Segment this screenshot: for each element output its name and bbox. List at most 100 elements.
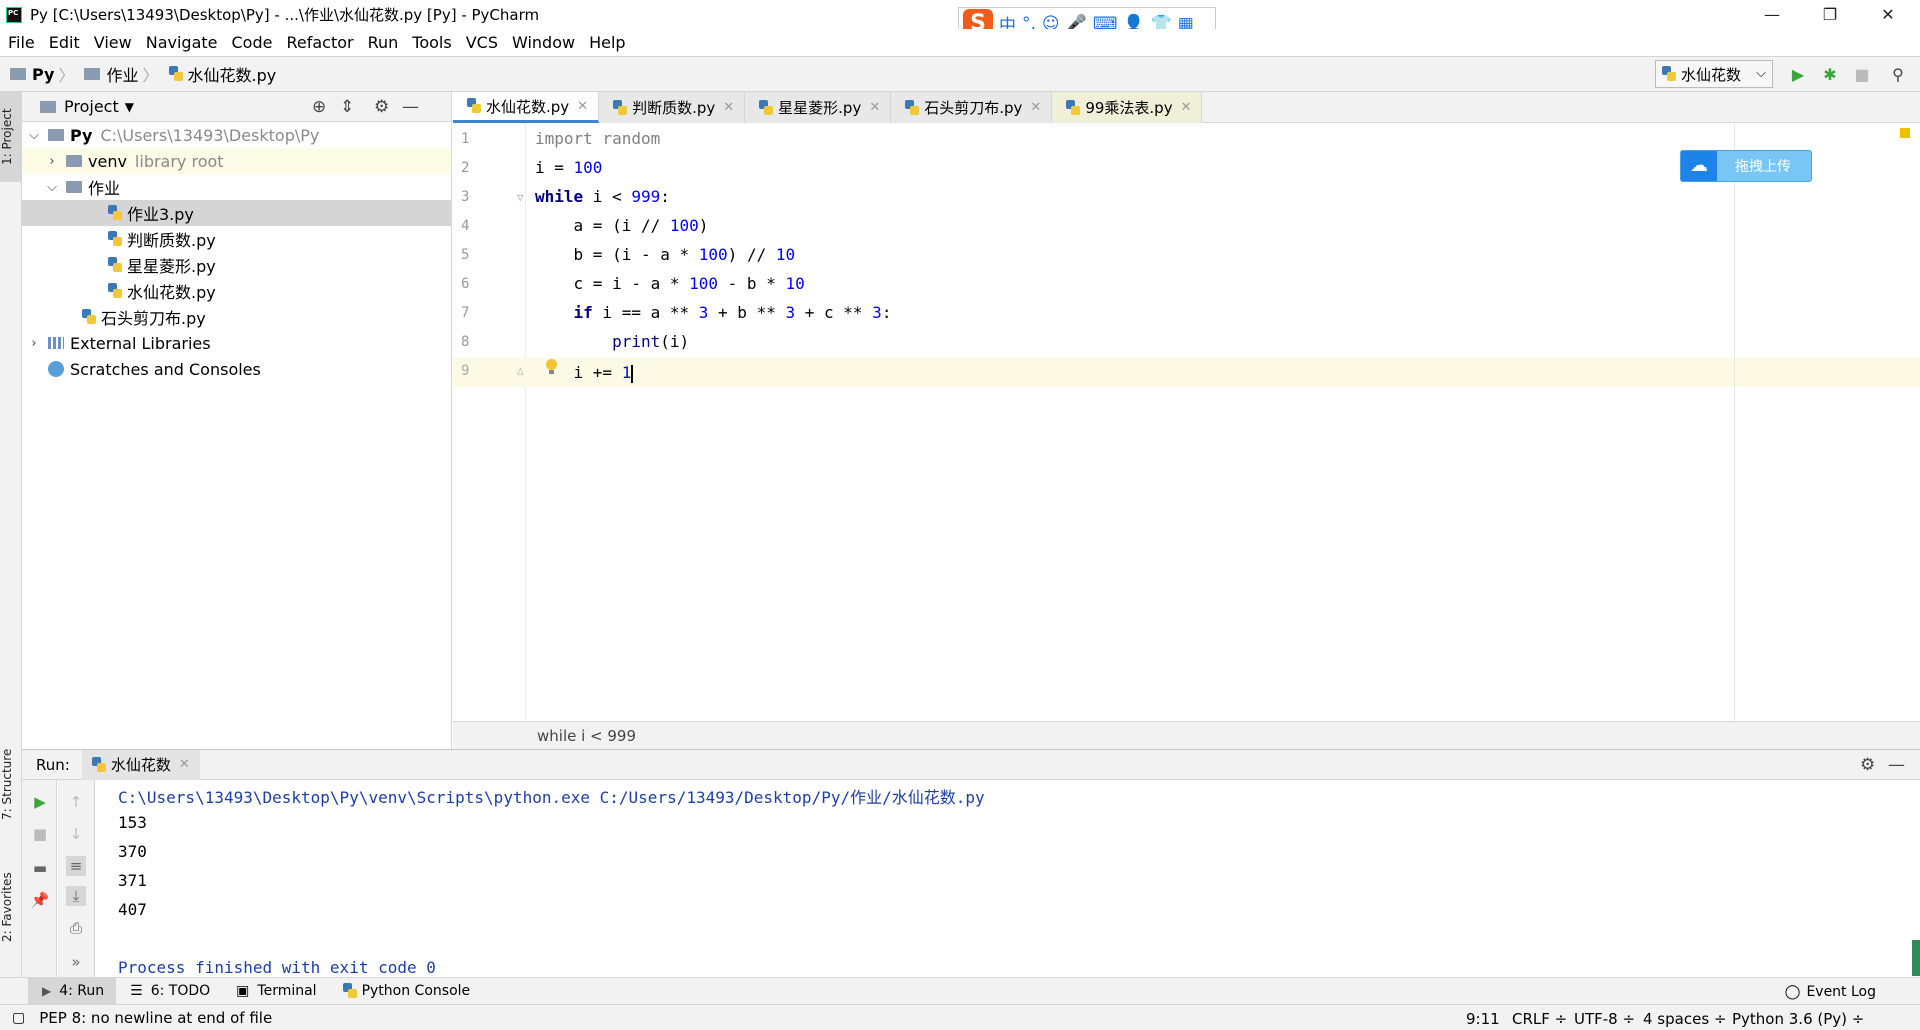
scroll-to-end-icon[interactable]: ⤓ [66, 886, 86, 906]
window-title: Py [C:\Users\13493\Desktop\Py] - ...\作业\… [30, 6, 540, 24]
code-editor[interactable]: import random i = 100 while i < 999: a =… [527, 124, 1920, 721]
upload-label: 拖拽上传 [1735, 159, 1791, 175]
chevron-down-icon[interactable]: ▼ [125, 100, 134, 114]
inspection-warning-icon[interactable] [1900, 128, 1910, 138]
tool-window-todo[interactable]: ☰ 6: TODO [116, 978, 222, 1005]
menu-vcs[interactable]: VCS [459, 33, 505, 52]
tool-window-terminal[interactable]: ▣ Terminal [222, 978, 328, 1005]
chevron-down-icon[interactable]: ⌵ [26, 128, 42, 143]
run-icon[interactable]: ▶ [1788, 65, 1808, 85]
tool-window-favorites-tab[interactable]: 2: Favorites [0, 852, 22, 962]
close-icon[interactable]: ✕ [1030, 100, 1041, 115]
scratches-icon [48, 361, 64, 377]
gear-icon[interactable]: ⚙ [374, 97, 389, 117]
close-icon[interactable]: ✕ [577, 99, 588, 114]
hide-icon[interactable]: — [402, 97, 419, 117]
tree-item-file[interactable]: 星星菱形.py [22, 252, 451, 278]
minimize-button[interactable]: — [1744, 0, 1800, 29]
run-configuration-select[interactable]: 水仙花数 ⌵ [1655, 60, 1773, 88]
tool-window-python-console[interactable]: Python Console [329, 978, 483, 1005]
toggle-tool-windows-icon[interactable]: ▢ [12, 1010, 25, 1026]
menu-code[interactable]: Code [225, 33, 280, 52]
fold-end-icon[interactable]: △ [517, 364, 524, 377]
chevron-down-icon[interactable]: ⌵ [44, 180, 60, 195]
editor-tab[interactable]: 99乘法表.py ✕ [1052, 92, 1203, 123]
editor-tab[interactable]: 水仙花数.py ✕ [453, 92, 600, 123]
search-icon[interactable]: ⚲ [1888, 65, 1908, 85]
nav-crumb-project[interactable]: Py 〉 [10, 62, 74, 86]
tool-window-label: 4: Run [59, 983, 105, 999]
layout-icon[interactable]: ▬ [30, 858, 50, 878]
editor-tab[interactable]: 星星菱形.py ✕ [745, 92, 892, 123]
python-file-icon [91, 756, 106, 773]
chevron-right-icon[interactable]: › [44, 154, 60, 169]
tree-item-folder[interactable]: ⌵ 作业 [22, 174, 451, 200]
hide-icon[interactable]: — [1888, 755, 1905, 775]
close-button[interactable]: ✕ [1860, 0, 1916, 29]
collapse-all-icon[interactable]: ⇕ [340, 97, 354, 117]
file-encoding[interactable]: UTF-8 ÷ [1574, 1010, 1635, 1028]
restore-button[interactable]: ❐ [1802, 0, 1858, 29]
menu-edit[interactable]: Edit [42, 33, 87, 52]
stop-icon[interactable]: ■ [30, 824, 50, 844]
nav-crumb-folder[interactable]: 作业〉 [84, 62, 159, 86]
arrow-down-icon[interactable]: ↓ [66, 824, 86, 844]
run-console-output[interactable]: C:\Users\13493\Desktop\Py\venv\Scripts\p… [96, 780, 1920, 977]
menu-view[interactable]: View [87, 33, 139, 52]
editor-tab[interactable]: 判断质数.py ✕ [599, 92, 746, 123]
nav-crumb-file[interactable]: 水仙花数.py [168, 62, 276, 86]
menu-run[interactable]: Run [361, 33, 406, 52]
menu-window[interactable]: Window [505, 33, 582, 52]
python-file-icon [108, 231, 122, 247]
tree-item-root[interactable]: ⌵ Py C:\Users\13493\Desktop\Py [22, 122, 451, 148]
stop-icon[interactable]: ■ [1852, 65, 1872, 85]
tool-window-label: 6: TODO [150, 983, 211, 999]
tree-item-external-libraries[interactable]: › External Libraries [22, 330, 451, 356]
locate-icon[interactable]: ⊕ [312, 97, 326, 117]
indent-setting[interactable]: 4 spaces ÷ [1643, 1010, 1726, 1028]
code-line-1: import random [535, 129, 661, 148]
project-view-selector[interactable]: Project [64, 97, 119, 116]
tree-item-scratches[interactable]: Scratches and Consoles [22, 356, 451, 382]
tree-item-file[interactable]: 判断质数.py [22, 226, 451, 252]
gear-icon[interactable]: ⚙ [1860, 755, 1875, 775]
close-icon[interactable]: ✕ [179, 757, 190, 772]
fold-icon[interactable]: ▽ [517, 191, 524, 204]
print-icon[interactable]: ⎙ [66, 918, 86, 938]
soft-wrap-icon[interactable]: ≡ [66, 856, 86, 876]
drag-upload-button[interactable]: ☁ 拖拽上传 [1680, 150, 1812, 182]
pin-icon[interactable]: 📌 [30, 890, 50, 910]
more-icon[interactable]: » [66, 952, 86, 972]
tool-window-structure-tab[interactable]: 7: Structure [0, 737, 22, 832]
crumb-separator-icon: 〉 [58, 66, 75, 85]
tree-item-file[interactable]: 作业3.py [22, 200, 451, 226]
editor-gutter[interactable]: 1 2 3 4 5 6 7 8 9 ▽ △ [453, 124, 526, 721]
tree-item-file[interactable]: 石头剪刀布.py [22, 304, 451, 330]
editor-breadcrumb[interactable]: while i < 999 [453, 721, 1920, 749]
tool-window-run[interactable]: ▶ 4: Run [28, 977, 117, 1005]
tree-item-venv[interactable]: › venv library root [22, 148, 451, 174]
python-file-icon [108, 205, 122, 221]
tool-window-project-tab[interactable]: 1: Project [0, 92, 22, 182]
close-icon[interactable]: ✕ [1181, 100, 1192, 115]
chevron-right-icon[interactable]: › [26, 336, 42, 351]
menu-refactor[interactable]: Refactor [279, 33, 360, 52]
rerun-icon[interactable]: ▶ [30, 792, 50, 812]
menu-navigate[interactable]: Navigate [139, 33, 225, 52]
menu-tools[interactable]: Tools [405, 33, 458, 52]
arrow-up-icon[interactable]: ↑ [66, 792, 86, 812]
menu-file[interactable]: File [0, 33, 42, 52]
caret-position[interactable]: 9:11 [1466, 1010, 1500, 1028]
close-icon[interactable]: ✕ [869, 100, 880, 115]
lightbulb-icon[interactable] [545, 359, 557, 375]
menu-help[interactable]: Help [582, 33, 632, 52]
run-tab[interactable]: 水仙花数 ✕ [81, 749, 200, 780]
line-separator[interactable]: CRLF ÷ [1512, 1010, 1567, 1028]
event-log-button[interactable]: ◯ Event Log [1785, 978, 1876, 1005]
editor-tab[interactable]: 石头剪刀布.py ✕ [891, 92, 1053, 123]
scrollbar-thumb[interactable] [1912, 940, 1920, 976]
close-icon[interactable]: ✕ [723, 100, 734, 115]
debug-icon[interactable]: ✱ [1820, 65, 1840, 85]
python-interpreter[interactable]: Python 3.6 (Py) ÷ [1732, 1010, 1864, 1028]
tree-item-file[interactable]: 水仙花数.py [22, 278, 451, 304]
